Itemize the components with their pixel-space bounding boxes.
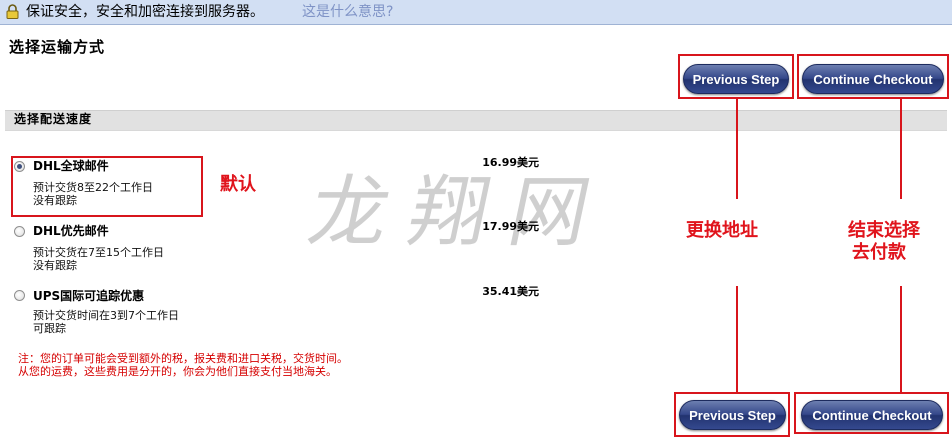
annotation-finish-line1: 结束选择 — [848, 220, 920, 241]
annotation-finish-line2: 去付款 — [852, 242, 906, 263]
customs-note-line: 从您的运费，这些费用是分开的，你会为他们直接支付当地海关。 — [18, 365, 337, 378]
annotation-default: 默认 — [220, 174, 256, 195]
customs-note-line: 注：您的订单可能会受到额外的税，报关费和进口关税，交货时间。 — [18, 352, 348, 365]
shipping-option-tracking: 可跟踪 — [33, 322, 66, 335]
annotation-box-continue-bottom — [794, 392, 949, 434]
shipping-option-radio-ups[interactable] — [14, 290, 25, 301]
shipping-option-delivery: 预计交货在7至15个工作日 — [33, 246, 164, 259]
shipping-option-tracking: 没有跟踪 — [33, 259, 77, 272]
annotation-box-previous-top — [678, 54, 794, 99]
customs-note: 注：您的订单可能会受到额外的税，报关费和进口关税，交货时间。 从您的运费，这些费… — [18, 352, 348, 378]
annotation-box-default-option — [11, 156, 203, 217]
security-message: 保证安全，安全和加密连接到服务器。 — [26, 4, 264, 20]
section-divider — [5, 130, 947, 131]
annotation-line-continue-bottom — [900, 286, 902, 392]
shipping-option-price: 17.99美元 — [482, 220, 539, 233]
shipping-option-name: UPS国际可追踪优惠 — [33, 289, 145, 303]
section-title: 选择配送速度 — [14, 112, 93, 126]
annotation-line-continue-top — [900, 99, 902, 199]
section-header — [5, 110, 947, 130]
annotation-line-previous-bottom — [736, 286, 738, 392]
shipping-option-name: DHL优先邮件 — [33, 224, 109, 238]
annotation-change-address: 更换地址 — [686, 220, 758, 241]
shipping-option-radio-dhl-priority[interactable] — [14, 226, 25, 237]
annotation-box-previous-bottom — [674, 392, 790, 437]
page-title: 选择运输方式 — [9, 38, 106, 56]
lock-icon — [6, 4, 19, 19]
annotation-line-previous-top — [736, 99, 738, 199]
what-does-this-mean-link[interactable]: 这是什么意思? — [302, 2, 393, 22]
annotation-box-continue-top — [797, 54, 949, 99]
shipping-option-price: 35.41美元 — [482, 285, 539, 298]
shipping-option-price: 16.99美元 — [482, 156, 539, 169]
shipping-option-delivery: 预计交货时间在3到7个工作日 — [33, 309, 179, 322]
